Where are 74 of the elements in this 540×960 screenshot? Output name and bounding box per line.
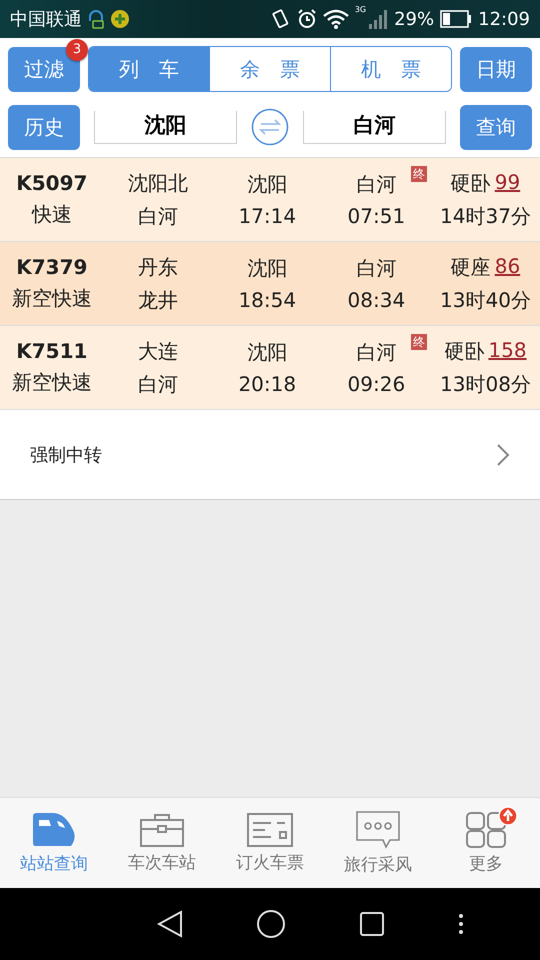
network-type: 3G	[354, 5, 366, 14]
recents-icon[interactable]	[358, 911, 384, 937]
seat-class: 硬卧	[450, 170, 491, 196]
terminus-badge: 终	[410, 334, 427, 350]
terminus-station: 龙井	[138, 286, 178, 314]
train-icon	[31, 812, 77, 848]
ticket-icon	[247, 812, 293, 846]
plus-icon	[110, 9, 130, 29]
trip-duration: 14时37分	[440, 202, 531, 230]
nav-tab[interactable]: 更多	[432, 798, 540, 888]
departure-field[interactable]: 沈阳	[94, 110, 237, 144]
arrive-station: 白河	[356, 171, 396, 198]
overflow-menu-icon[interactable]	[458, 913, 464, 935]
transfer-label: 强制中转	[30, 444, 103, 466]
origin-station: 大连	[138, 338, 178, 364]
train-type: 快速	[32, 201, 72, 228]
swap-icon[interactable]	[251, 108, 289, 146]
battery-percent: 29%	[394, 8, 434, 30]
seats-left-link[interactable]: 99	[494, 170, 520, 196]
depart-time: 17:14	[238, 204, 296, 228]
train-number: K7511	[16, 339, 88, 363]
seats-left-link[interactable]: 158	[488, 338, 527, 364]
history-button[interactable]: 历史	[8, 104, 80, 150]
depart-station: 沈阳	[247, 339, 288, 366]
train-row[interactable]: K7379 新空快速 丹东 龙井 沈阳 18:54 白河 08:34 硬座 86 13时40分	[0, 242, 540, 326]
vibrate-icon	[270, 8, 291, 30]
carrier-name: 中国联通	[10, 8, 82, 31]
seats-left-link[interactable]: 86	[494, 254, 520, 280]
chevron-icon	[496, 442, 510, 466]
train-number: K5097	[16, 171, 88, 195]
segment-tab[interactable]: 机 票	[330, 47, 451, 91]
train-type: 新空快速	[12, 369, 92, 396]
train-row[interactable]: K7511 新空快速 大连 白河 沈阳 20:18 白河 09:26 终 硬卧 158 13时08分	[0, 326, 540, 410]
briefcase-icon	[140, 812, 184, 846]
depart-station: 沈阳	[247, 255, 288, 282]
trip-duration: 13时08分	[440, 370, 531, 398]
signal-icon	[368, 9, 388, 29]
home-icon[interactable]	[256, 909, 286, 939]
nav-tab[interactable]: 旅行采风	[324, 798, 432, 888]
nav-tab[interactable]: 订火车票	[216, 798, 324, 888]
arrival-field[interactable]: 白河	[303, 110, 446, 144]
back-icon[interactable]	[156, 910, 182, 938]
transfer-row[interactable]: 强制中转	[0, 410, 540, 500]
terminus-station: 白河	[138, 370, 178, 398]
depart-station: 沈阳	[247, 171, 288, 198]
arrive-time: 09:26	[348, 372, 406, 396]
depart-time: 18:54	[238, 288, 296, 312]
grid-icon	[466, 812, 506, 848]
nav-tab[interactable]: 车次车站	[108, 798, 216, 888]
seat-class: 硬卧	[444, 338, 484, 364]
depart-time: 20:18	[238, 372, 296, 396]
train-type: 新空快速	[12, 285, 92, 312]
chat-icon	[356, 810, 400, 848]
date-button[interactable]: 日期	[460, 46, 532, 92]
origin-station: 丹东	[138, 254, 178, 280]
count-badge: 3	[66, 38, 88, 60]
alarm-icon	[296, 9, 317, 29]
terminus-station: 白河	[138, 202, 178, 230]
search-button[interactable]: 查询	[460, 104, 532, 150]
trip-duration: 13时40分	[440, 286, 531, 314]
terminus-badge: 终	[410, 166, 427, 182]
origin-station: 沈阳北	[128, 170, 188, 196]
train-number: K7379	[16, 255, 88, 279]
wifi-icon	[322, 9, 349, 29]
segment-tab[interactable]: 列 车	[89, 47, 209, 91]
train-row[interactable]: K5097 快速 沈阳北 白河 沈阳 17:14 白河 07:51 终 硬卧 99 14时37分	[0, 158, 540, 242]
arrive-station: 白河	[356, 339, 396, 366]
nav-tab[interactable]: 站站查询	[0, 798, 108, 888]
battery-icon	[440, 10, 472, 28]
arrive-time: 08:34	[348, 288, 406, 312]
clock-time: 12:09	[478, 8, 530, 30]
seat-class: 硬座	[450, 254, 491, 280]
arrive-station: 白河	[356, 255, 396, 282]
arrive-time: 07:51	[348, 204, 406, 228]
